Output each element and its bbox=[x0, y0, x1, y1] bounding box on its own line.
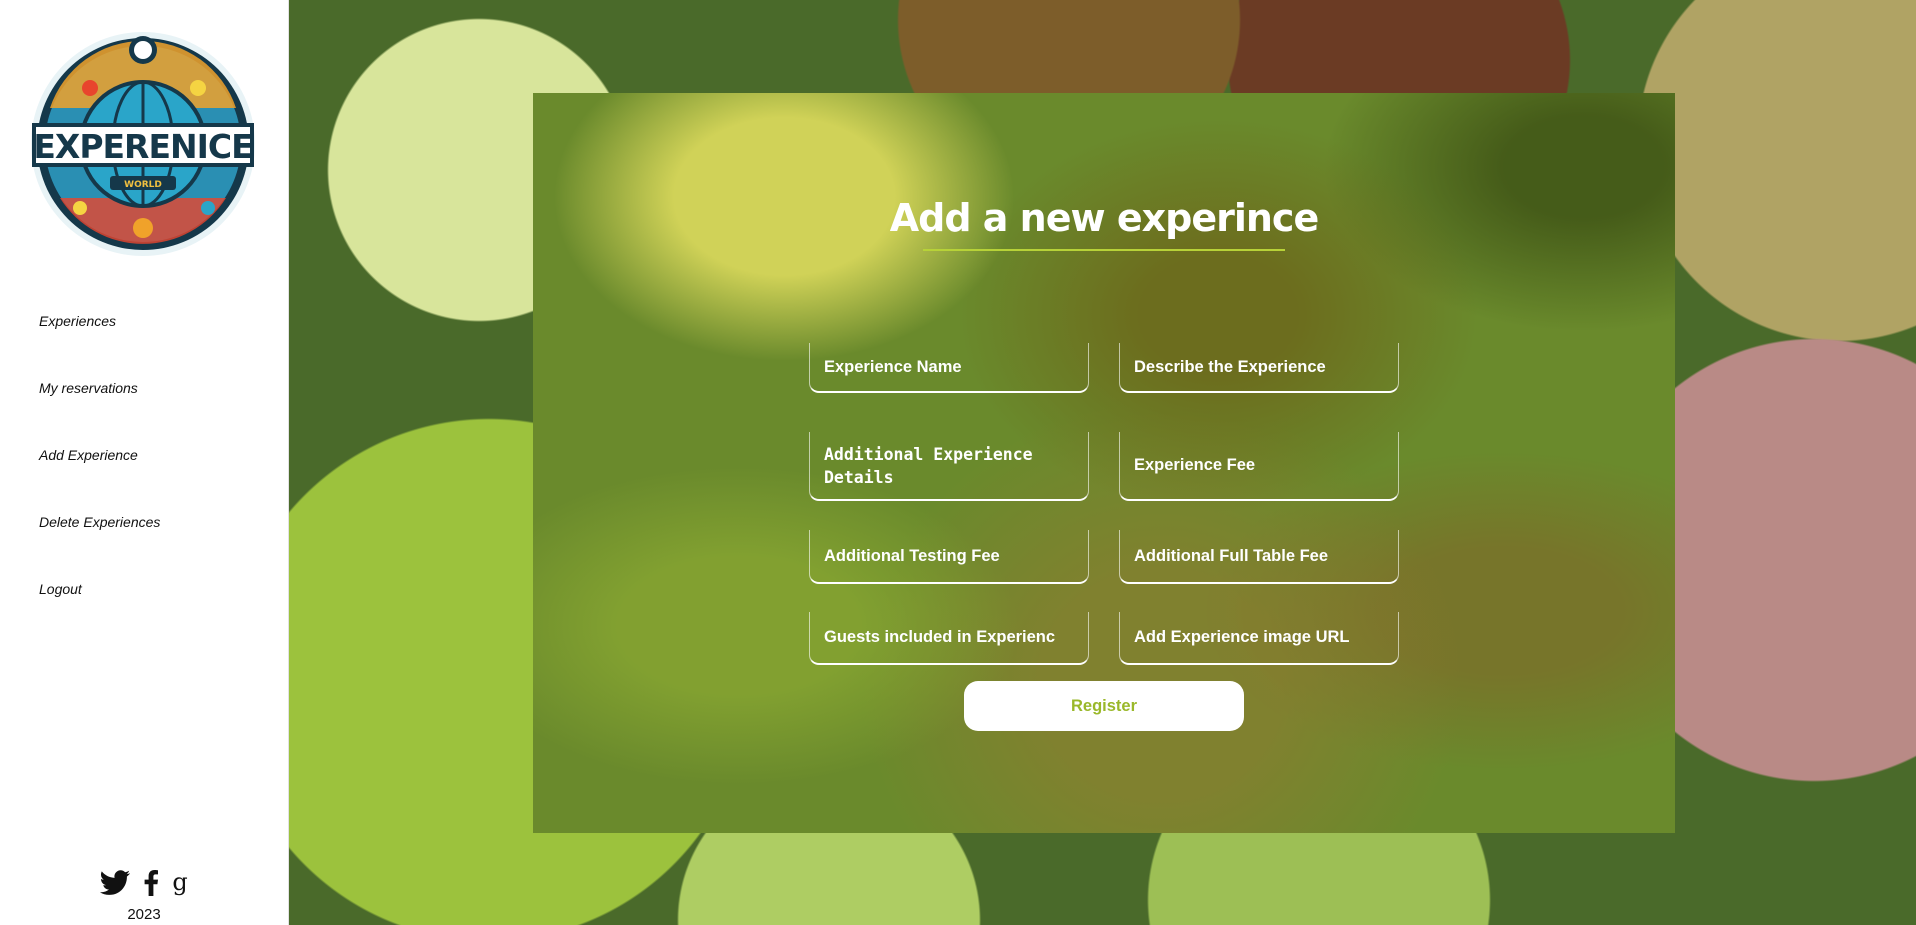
guests-included-input[interactable]: Guests included in Experienc bbox=[809, 612, 1089, 665]
svg-text:EXPERENICE: EXPERENICE bbox=[33, 127, 252, 166]
additional-testing-fee-input[interactable]: Additional Testing Fee bbox=[809, 530, 1089, 584]
sidebar-nav: Experiences My reservations Add Experien… bbox=[0, 288, 288, 623]
page-title: Add a new experince bbox=[889, 196, 1319, 240]
experience-description-input[interactable]: Describe the Experience bbox=[1119, 343, 1399, 393]
google-icon[interactable]: g bbox=[171, 868, 189, 901]
sidebar: EXPERENICE WORLD Experiences My reservat… bbox=[0, 0, 289, 925]
image-url-input[interactable]: Add Experience image URL bbox=[1119, 612, 1399, 665]
sidebar-item-logout[interactable]: Logout bbox=[0, 556, 288, 623]
svg-text:g: g bbox=[172, 870, 187, 896]
additional-details-input[interactable]: Additional Experience Details bbox=[809, 432, 1089, 501]
twitter-icon[interactable] bbox=[99, 870, 131, 901]
sidebar-item-experiences[interactable]: Experiences bbox=[0, 288, 288, 355]
sidebar-item-my-reservations[interactable]: My reservations bbox=[0, 355, 288, 422]
sidebar-item-delete-experiences[interactable]: Delete Experiences bbox=[0, 489, 288, 556]
experience-fee-input[interactable]: Experience Fee bbox=[1119, 432, 1399, 501]
experience-world-logo[interactable]: EXPERENICE WORLD bbox=[30, 28, 256, 260]
copyright-year: 2023 bbox=[127, 906, 161, 923]
register-button[interactable]: Register bbox=[964, 681, 1244, 731]
facebook-icon[interactable] bbox=[143, 870, 159, 901]
title-underline bbox=[923, 249, 1285, 251]
experience-name-input[interactable]: Experience Name bbox=[809, 343, 1089, 393]
social-links: g bbox=[0, 868, 288, 901]
additional-full-table-fee-input[interactable]: Additional Full Table Fee bbox=[1119, 530, 1399, 584]
svg-text:WORLD: WORLD bbox=[124, 180, 162, 190]
sidebar-item-add-experience[interactable]: Add Experience bbox=[0, 422, 288, 489]
